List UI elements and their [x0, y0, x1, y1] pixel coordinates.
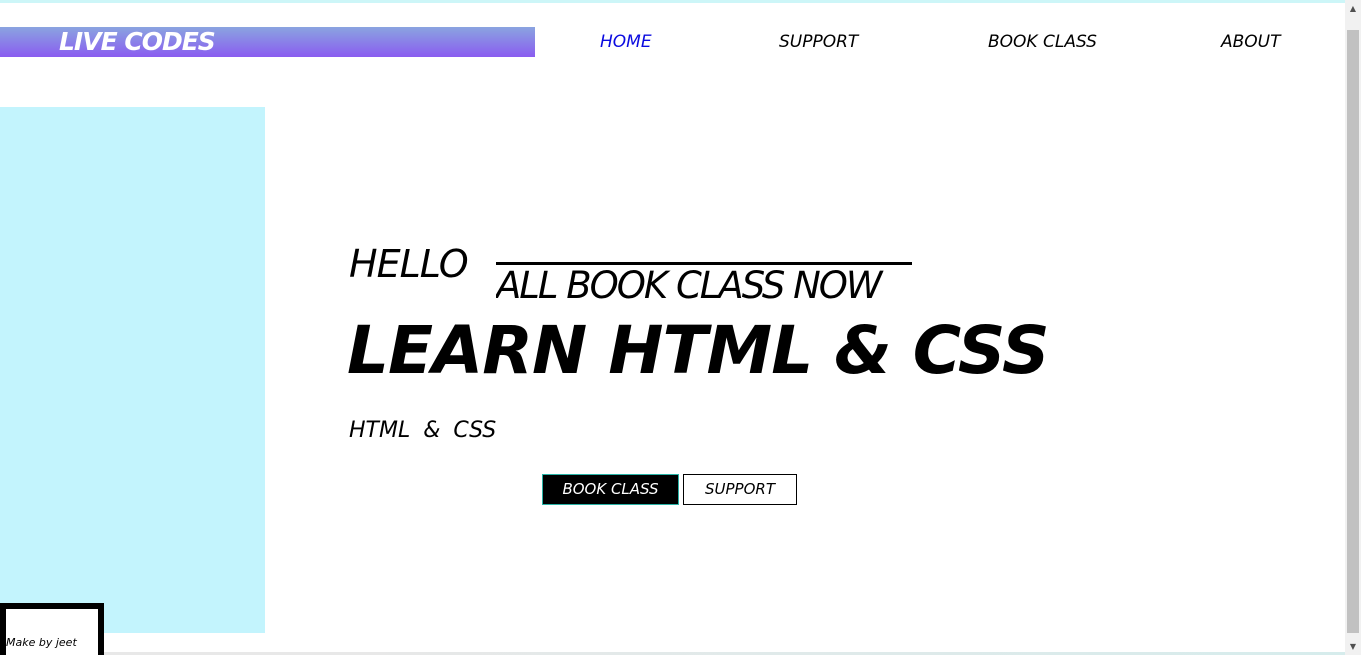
hero-hello: HELLO [349, 242, 469, 286]
nav-book-class[interactable]: BOOK CLASS [988, 32, 1097, 52]
credit-text: Make by jeet [6, 636, 77, 649]
marquee: ALL BOOK CLASS NOW [496, 262, 912, 307]
side-panel [0, 107, 265, 633]
site-logo[interactable]: LIVE CODES [59, 27, 216, 57]
book-class-button[interactable]: BOOK CLASS [542, 474, 679, 505]
nav-support[interactable]: SUPPORT [779, 32, 858, 52]
nav-home[interactable]: HOME [600, 32, 652, 52]
hero-subtitle: HTML & CSS [349, 418, 497, 443]
scroll-down-arrow-icon[interactable]: ▼ [1345, 638, 1361, 655]
nav-about[interactable]: ABOUT [1221, 32, 1281, 52]
scroll-thumb[interactable] [1347, 30, 1359, 633]
scroll-up-arrow-icon[interactable]: ▲ [1345, 0, 1361, 17]
support-button[interactable]: SUPPORT [683, 474, 797, 505]
page: LIVE CODES HOME SUPPORT BOOK CLASS ABOUT… [0, 0, 1361, 655]
hero-headline: LEARN HTML & CSS [347, 312, 1050, 389]
vertical-scrollbar[interactable]: ▲ ▼ [1345, 0, 1361, 655]
top-strip [0, 0, 1345, 3]
marquee-text: ALL BOOK CLASS NOW [496, 264, 883, 307]
